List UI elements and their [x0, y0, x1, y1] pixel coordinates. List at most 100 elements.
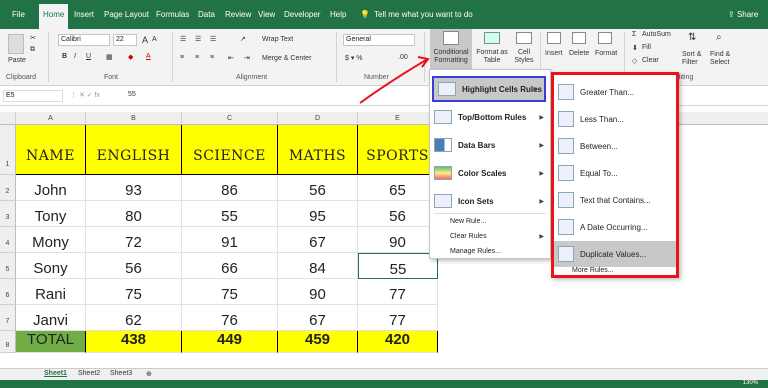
- row-header[interactable]: 7: [0, 305, 16, 331]
- submenu-item-label: Greater Than...: [580, 87, 635, 97]
- column-header[interactable]: B: [86, 112, 182, 125]
- submenu-item-label: Less Than...: [580, 114, 624, 124]
- row-header[interactable]: 6: [0, 279, 16, 305]
- submenu-item[interactable]: Between...: [554, 133, 676, 159]
- score-cell[interactable]: 77: [358, 305, 438, 331]
- menu-item-top-bottom-rules[interactable]: Top/Bottom Rules ▶: [430, 105, 550, 129]
- sheet-tab-sheet1[interactable]: Sheet1: [44, 370, 67, 377]
- sheet-tab-bar: Sheet1 Sheet2 Sheet3 ⊕: [0, 368, 768, 380]
- header-cell[interactable]: SPORTS: [358, 125, 438, 175]
- score-cell[interactable]: 80: [86, 201, 182, 227]
- score-cell[interactable]: 56: [278, 175, 358, 201]
- header-cell[interactable]: ENGLISH: [86, 125, 182, 175]
- submenu-arrow-icon: ▶: [539, 142, 544, 149]
- highlight-cells-submenu: Greater Than... Less Than... Between... Equ…: [551, 72, 679, 278]
- score-cell[interactable]: 86: [182, 175, 278, 201]
- menu-item-label: Color Scales: [458, 168, 507, 178]
- total-label-cell[interactable]: TOTAL: [16, 331, 86, 353]
- score-cell[interactable]: 77: [358, 279, 438, 305]
- menu-item-color-scales[interactable]: Color Scales ▶: [430, 161, 550, 185]
- data-bars-icon: [434, 138, 452, 152]
- header-cell[interactable]: MATHS: [278, 125, 358, 175]
- rule-icon: [558, 138, 574, 154]
- menu-item-highlight-cells-rules[interactable]: Highlight Cells Rules ▶: [432, 76, 546, 102]
- submenu-item-label: Duplicate Values...: [580, 249, 647, 259]
- column-header[interactable]: D: [278, 112, 358, 125]
- menu-item-label: Manage Rules...: [450, 248, 501, 255]
- score-cell[interactable]: 72: [86, 227, 182, 253]
- total-cell[interactable]: 438: [86, 331, 182, 353]
- menu-item-label: Icon Sets: [458, 196, 494, 206]
- submenu-item[interactable]: Equal To...: [554, 160, 676, 186]
- score-cell[interactable]: 76: [182, 305, 278, 331]
- submenu-item-more-rules[interactable]: More Rules...: [572, 263, 614, 277]
- score-cell[interactable]: 75: [182, 279, 278, 305]
- submenu-item[interactable]: Less Than...: [554, 106, 676, 132]
- name-cell[interactable]: Mony: [16, 227, 86, 253]
- row-header[interactable]: 8: [0, 331, 16, 353]
- score-cell[interactable]: 55: [358, 253, 438, 279]
- name-cell[interactable]: Sony: [16, 253, 86, 279]
- header-cell[interactable]: NAME: [16, 125, 86, 175]
- color-scales-icon: [434, 166, 452, 180]
- header-cell[interactable]: SCIENCE: [182, 125, 278, 175]
- rule-icon: [558, 192, 574, 208]
- total-cell[interactable]: 449: [182, 331, 278, 353]
- score-cell[interactable]: 62: [86, 305, 182, 331]
- corner-cell[interactable]: [0, 112, 16, 125]
- top-bottom-icon: [434, 110, 452, 124]
- menu-item-label: Clear Rules: [450, 233, 487, 240]
- submenu-item[interactable]: A Date Occurring...: [554, 214, 676, 240]
- sheet-tab-sheet2[interactable]: Sheet2: [78, 370, 100, 377]
- row-header[interactable]: 1: [0, 125, 16, 175]
- menu-item-data-bars[interactable]: Data Bars ▶: [430, 133, 550, 157]
- column-header[interactable]: A: [16, 112, 86, 125]
- menu-item-clear-rules[interactable]: Clear Rules ▶: [430, 229, 550, 244]
- score-cell[interactable]: 95: [278, 201, 358, 227]
- score-cell[interactable]: 75: [86, 279, 182, 305]
- menu-item-label: New Rule...: [450, 218, 487, 225]
- score-cell[interactable]: 84: [278, 253, 358, 279]
- score-cell[interactable]: 56: [86, 253, 182, 279]
- score-cell[interactable]: 65: [358, 175, 438, 201]
- new-sheet-icon[interactable]: ⊕: [146, 370, 152, 378]
- rule-icon: [558, 165, 574, 181]
- score-cell[interactable]: 67: [278, 227, 358, 253]
- row-header[interactable]: 2: [0, 175, 16, 201]
- menu-item-manage-rules[interactable]: Manage Rules...: [430, 244, 550, 259]
- score-cell[interactable]: 90: [358, 227, 438, 253]
- menu-item-new-rule[interactable]: New Rule...: [430, 214, 550, 229]
- score-cell[interactable]: 56: [358, 201, 438, 227]
- red-arrow: [359, 59, 427, 104]
- score-cell[interactable]: 93: [86, 175, 182, 201]
- menu-item-label: Data Bars: [458, 140, 496, 150]
- total-cell[interactable]: 459: [278, 331, 358, 353]
- name-cell[interactable]: Rani: [16, 279, 86, 305]
- menu-item-icon-sets[interactable]: Icon Sets ▶: [430, 189, 550, 213]
- column-header[interactable]: E: [358, 112, 438, 125]
- sheet-tab-sheet3[interactable]: Sheet3: [110, 370, 132, 377]
- score-cell[interactable]: 91: [182, 227, 278, 253]
- submenu-item-label: A Date Occurring...: [580, 222, 648, 232]
- total-cell[interactable]: 420: [358, 331, 438, 353]
- menu-item-label: Top/Bottom Rules: [458, 112, 527, 122]
- submenu-item[interactable]: Text that Contains...: [554, 187, 676, 213]
- score-cell[interactable]: 55: [182, 201, 278, 227]
- column-header[interactable]: C: [182, 112, 278, 125]
- name-cell[interactable]: John: [16, 175, 86, 201]
- icon-sets-icon: [434, 194, 452, 208]
- score-cell[interactable]: 67: [278, 305, 358, 331]
- row-header[interactable]: 3: [0, 201, 16, 227]
- submenu-item[interactable]: Greater Than...: [554, 79, 676, 105]
- submenu-arrow-icon: ▶: [533, 86, 538, 93]
- submenu-arrow-icon: ▶: [539, 114, 544, 121]
- name-cell[interactable]: Janvi: [16, 305, 86, 331]
- submenu-item-label: Text that Contains...: [580, 195, 651, 205]
- score-cell[interactable]: 66: [182, 253, 278, 279]
- submenu-item-label: Equal To...: [580, 168, 618, 178]
- row-header[interactable]: 5: [0, 253, 16, 279]
- row-header[interactable]: 4: [0, 227, 16, 253]
- zoom-level[interactable]: 130%: [743, 380, 758, 386]
- name-cell[interactable]: Tony: [16, 201, 86, 227]
- score-cell[interactable]: 90: [278, 279, 358, 305]
